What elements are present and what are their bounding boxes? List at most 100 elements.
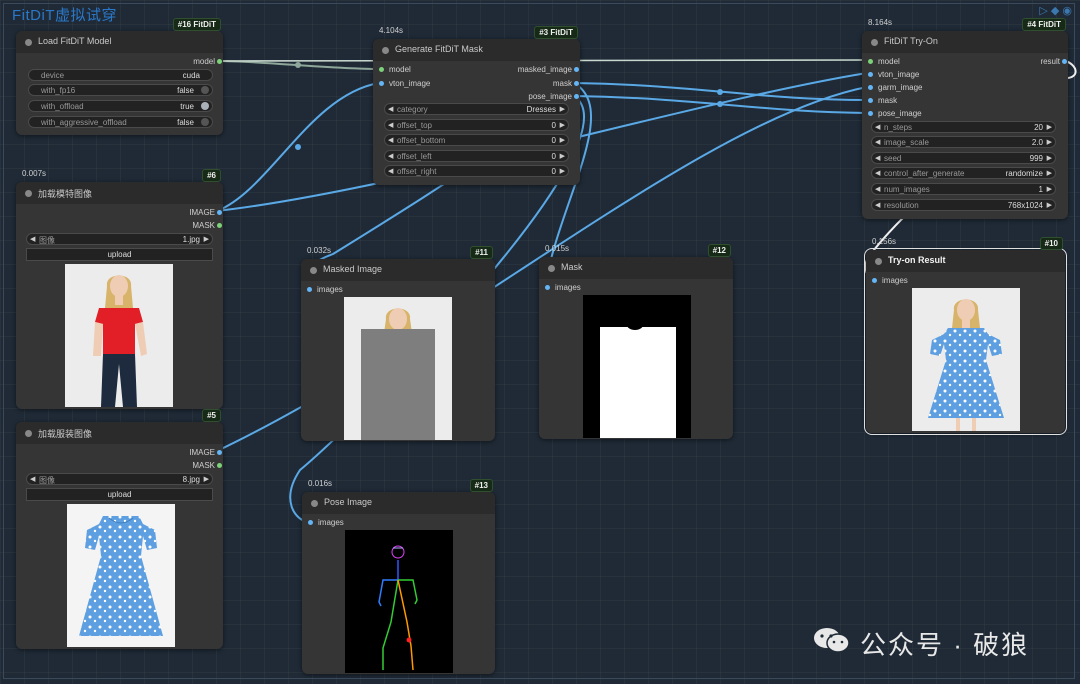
node-header[interactable]: Try-on Result <box>866 250 1065 272</box>
input-pin[interactable] <box>868 111 873 116</box>
arrow-right-icon[interactable]: ▶ <box>1047 185 1052 193</box>
input-pin[interactable] <box>868 85 873 90</box>
input-garm-image[interactable]: garm_image <box>868 83 922 92</box>
collapse-dot-icon[interactable] <box>382 47 389 54</box>
output-pin[interactable] <box>574 81 579 86</box>
node-header[interactable]: Masked Image <box>301 259 495 281</box>
arrow-right-icon[interactable]: ▶ <box>1047 169 1052 177</box>
input-vton-image[interactable]: vton_image <box>379 79 430 88</box>
arrow-left-icon[interactable]: ◀ <box>388 121 393 129</box>
number-num-images[interactable]: ◀ num_images 1 ▶ <box>871 183 1056 195</box>
toggle-with-aggressive-offload[interactable]: with_aggressive_offload false <box>28 116 213 128</box>
node-mask-preview[interactable]: 0.015s #12 Mask images <box>539 244 733 439</box>
output-pin[interactable] <box>574 67 579 72</box>
collapse-dot-icon[interactable] <box>548 265 555 272</box>
node-generate-fitdit-mask[interactable]: 4.104s #3 FitDiT Generate FitDiT Mask mo… <box>373 26 580 185</box>
number-n-steps[interactable]: ◀ n_steps 20 ▶ <box>871 121 1056 133</box>
arrow-right-icon[interactable]: ▶ <box>560 136 565 144</box>
input-pose-image[interactable]: pose_image <box>868 109 922 118</box>
node-header[interactable]: 加载模特图像 <box>16 182 223 204</box>
arrow-right-icon[interactable]: ▶ <box>1047 138 1052 146</box>
collapse-dot-icon[interactable] <box>311 500 318 507</box>
node-load-model-image[interactable]: 0.007s #6 加载模特图像 IMAGE MASK ◀ 图像 1.jpg ▶ up… <box>16 169 223 409</box>
arrow-right-icon[interactable]: ▶ <box>1047 201 1052 209</box>
arrow-left-icon[interactable]: ◀ <box>875 154 880 162</box>
output-pin[interactable] <box>217 223 222 228</box>
node-header[interactable]: Generate FitDiT Mask <box>373 39 580 61</box>
combo-resolution[interactable]: ◀ resolution 768x1024 ▶ <box>871 199 1056 211</box>
arrow-right-icon[interactable]: ▶ <box>560 105 565 113</box>
collapse-dot-icon[interactable] <box>25 39 32 46</box>
output-pin[interactable] <box>217 463 222 468</box>
node-header[interactable]: 加载服装图像 <box>16 422 223 444</box>
number-offset-right[interactable]: ◀ offset_right 0 ▶ <box>384 165 569 177</box>
combo-image-file[interactable]: ◀ 图像 8.jpg ▶ <box>26 473 213 485</box>
widget-device[interactable]: device cuda <box>28 69 213 81</box>
input-pin[interactable] <box>545 285 550 290</box>
input-pin[interactable] <box>307 287 312 292</box>
node-header[interactable]: Load FitDiT Model <box>16 31 223 53</box>
output-masked-image[interactable]: masked_image <box>518 65 579 74</box>
output-image[interactable]: IMAGE <box>189 208 222 217</box>
number-image-scale[interactable]: ◀ image_scale 2.0 ▶ <box>871 136 1056 148</box>
arrow-left-icon[interactable]: ◀ <box>875 201 880 209</box>
output-pin[interactable] <box>217 450 222 455</box>
output-pin[interactable] <box>217 59 222 64</box>
number-offset-bottom[interactable]: ◀ offset_bottom 0 ▶ <box>384 134 569 146</box>
output-mask[interactable]: MASK <box>192 461 222 470</box>
input-images[interactable]: images <box>308 518 344 527</box>
arrow-left-icon[interactable]: ◀ <box>388 167 393 175</box>
arrow-left-icon[interactable]: ◀ <box>388 136 393 144</box>
output-pin[interactable] <box>217 210 222 215</box>
node-masked-image[interactable]: 0.032s #11 Masked Image images <box>301 246 495 441</box>
node-graph-canvas[interactable]: FitDiT虚拟试穿 ▷ ◆ ◉ #16 FitDiT Load FitDiT … <box>0 0 1080 684</box>
arrow-right-icon[interactable]: ▶ <box>1047 154 1052 162</box>
input-pin[interactable] <box>379 81 384 86</box>
collapse-dot-icon[interactable] <box>871 39 878 46</box>
arrow-left-icon[interactable]: ◀ <box>388 105 393 113</box>
node-load-fitdit-model[interactable]: #16 FitDiT Load FitDiT Model model devic… <box>16 18 223 135</box>
arrow-left-icon[interactable]: ◀ <box>388 152 393 160</box>
node-header[interactable]: Pose Image <box>302 492 495 514</box>
output-pose-image[interactable]: pose_image <box>528 92 579 101</box>
upload-button[interactable]: upload <box>26 248 213 261</box>
input-pin[interactable] <box>872 278 877 283</box>
collapse-dot-icon[interactable] <box>310 267 317 274</box>
output-image[interactable]: IMAGE <box>189 448 222 457</box>
toggle-with-fp16[interactable]: with_fp16 false <box>28 84 213 96</box>
output-mask[interactable]: MASK <box>192 221 222 230</box>
combo-category[interactable]: ◀ category Dresses ▶ <box>384 103 569 115</box>
input-pin[interactable] <box>308 520 313 525</box>
number-offset-left[interactable]: ◀ offset_left 0 ▶ <box>384 150 569 162</box>
upload-button[interactable]: upload <box>26 488 213 501</box>
combo-image-file[interactable]: ◀ 图像 1.jpg ▶ <box>26 233 213 245</box>
arrow-right-icon[interactable]: ▶ <box>204 235 209 243</box>
input-images[interactable]: images <box>545 283 581 292</box>
output-pin[interactable] <box>1062 59 1067 64</box>
node-fitdit-try-on[interactable]: 8.164s #4 FitDiT FitDiT Try-On model vto… <box>862 18 1068 219</box>
input-pin[interactable] <box>868 59 873 64</box>
input-pin[interactable] <box>868 72 873 77</box>
input-images[interactable]: images <box>307 285 343 294</box>
number-seed[interactable]: ◀ seed 999 ▶ <box>871 152 1056 164</box>
node-header[interactable]: Mask <box>539 257 733 279</box>
node-pose-image[interactable]: 0.016s #13 Pose Image images <box>302 479 495 674</box>
collapse-dot-icon[interactable] <box>25 430 32 437</box>
input-model[interactable]: model <box>379 65 411 74</box>
arrow-left-icon[interactable]: ◀ <box>30 235 35 243</box>
output-mask[interactable]: mask <box>553 79 579 88</box>
input-pin[interactable] <box>868 98 873 103</box>
input-images[interactable]: images <box>872 276 908 285</box>
node-load-garment-image[interactable]: #5 加载服装图像 IMAGE MASK ◀ 图像 8.jpg ▶ upload <box>16 409 223 649</box>
output-pin[interactable] <box>574 94 579 99</box>
combo-control-after-generate[interactable]: ◀ control_after_generate randomize ▶ <box>871 167 1056 179</box>
input-pin[interactable] <box>379 67 384 72</box>
arrow-right-icon[interactable]: ▶ <box>1047 123 1052 131</box>
number-offset-top[interactable]: ◀ offset_top 0 ▶ <box>384 119 569 131</box>
arrow-right-icon[interactable]: ▶ <box>560 152 565 160</box>
arrow-left-icon[interactable]: ◀ <box>875 169 880 177</box>
arrow-right-icon[interactable]: ▶ <box>560 121 565 129</box>
arrow-right-icon[interactable]: ▶ <box>204 475 209 483</box>
toggle-with-offload[interactable]: with_offload true <box>28 100 213 112</box>
input-mask[interactable]: mask <box>868 96 897 105</box>
